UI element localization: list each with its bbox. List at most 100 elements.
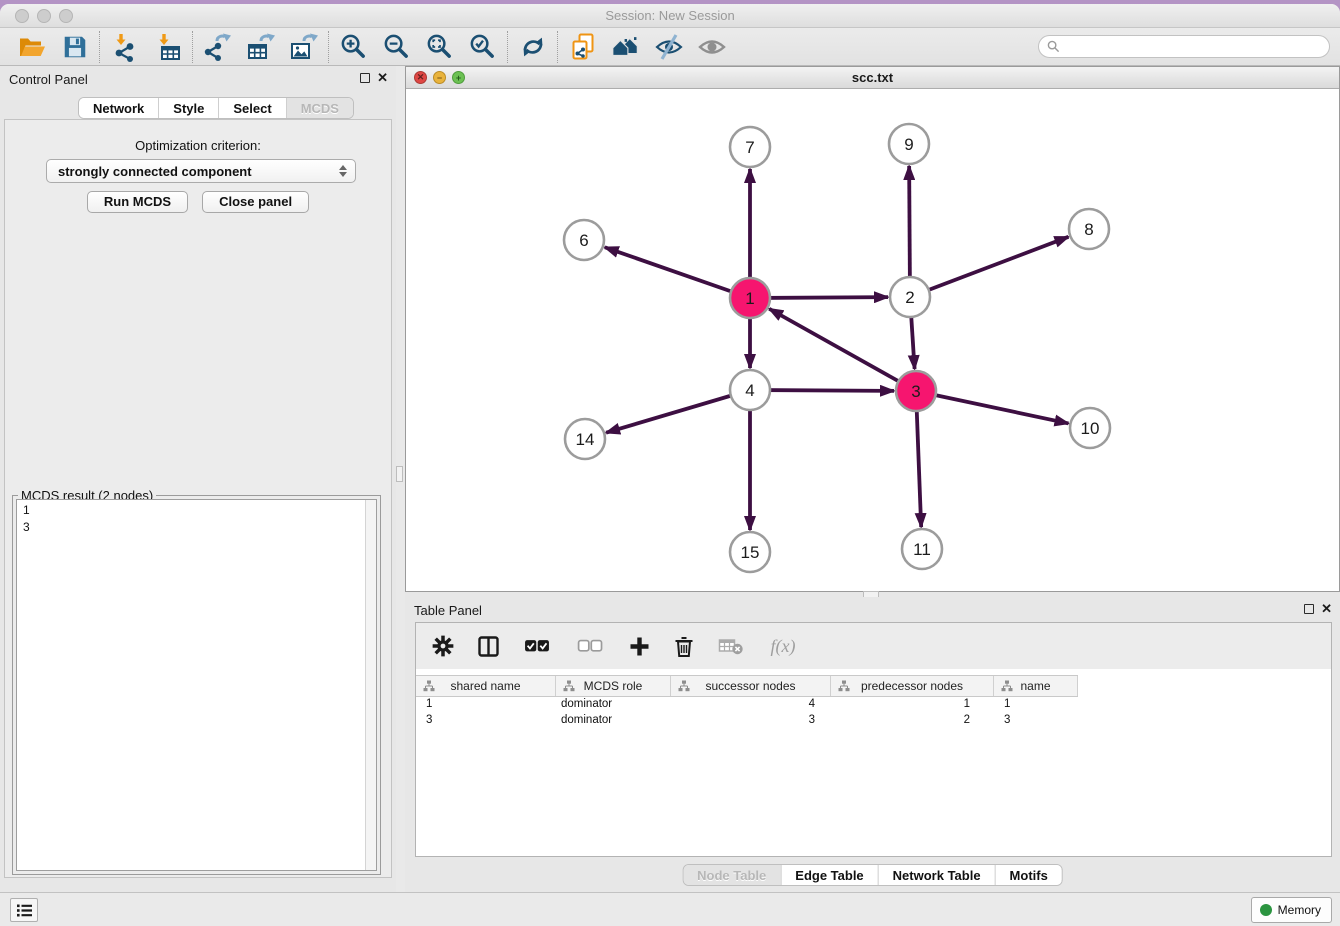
export-image-button[interactable] bbox=[282, 30, 325, 64]
export-network-button[interactable] bbox=[196, 30, 239, 64]
tab-network-table[interactable]: Network Table bbox=[878, 865, 995, 885]
deselect-all-columns-button[interactable] bbox=[573, 631, 607, 661]
node-14[interactable]: 14 bbox=[565, 419, 605, 459]
cell-name[interactable]: 1 bbox=[994, 698, 1078, 714]
mcds-result-box: MCDS result (2 nodes) 13 bbox=[12, 495, 381, 875]
column-header-shared-name[interactable]: shared name bbox=[416, 676, 556, 696]
node-10[interactable]: 10 bbox=[1070, 408, 1110, 448]
search-input[interactable] bbox=[1065, 40, 1321, 54]
run-mcds-button[interactable]: Run MCDS bbox=[87, 191, 188, 213]
column-header-predecessor-nodes[interactable]: predecessor nodes bbox=[831, 676, 994, 696]
table-settings-button[interactable] bbox=[430, 631, 456, 661]
mcds-result-area[interactable]: 13 bbox=[16, 499, 377, 871]
column-header-label: name bbox=[1020, 679, 1050, 693]
result-line: 3 bbox=[23, 519, 370, 536]
node-6[interactable]: 6 bbox=[564, 220, 604, 260]
select-all-columns-button[interactable] bbox=[520, 631, 554, 661]
node-7[interactable]: 7 bbox=[730, 127, 770, 167]
tab-select[interactable]: Select bbox=[218, 98, 285, 118]
node-15[interactable]: 15 bbox=[730, 532, 770, 572]
vertical-splitter-grip[interactable] bbox=[396, 466, 403, 482]
node-8[interactable]: 8 bbox=[1069, 209, 1109, 249]
add-row-button[interactable] bbox=[626, 631, 652, 661]
cell-shared-name[interactable]: 3 bbox=[416, 714, 556, 730]
zoom-out-button[interactable] bbox=[375, 30, 418, 64]
trash-icon bbox=[672, 634, 696, 658]
hide-selected-button[interactable] bbox=[647, 30, 690, 64]
import-network-button[interactable] bbox=[103, 30, 146, 64]
node-9[interactable]: 9 bbox=[889, 124, 929, 164]
tab-style[interactable]: Style bbox=[158, 98, 218, 118]
refresh-icon bbox=[519, 33, 547, 61]
node-3[interactable]: 3 bbox=[896, 371, 936, 411]
first-neighbors-button[interactable] bbox=[604, 30, 647, 64]
close-table-panel-icon[interactable]: ✕ bbox=[1321, 604, 1332, 614]
zoom-fit-button[interactable] bbox=[418, 30, 461, 64]
zoom-out-icon bbox=[382, 32, 411, 61]
cell-shared-name[interactable]: 1 bbox=[416, 698, 556, 714]
column-header-label: MCDS role bbox=[584, 679, 643, 693]
dropdown-stepper-icon bbox=[339, 165, 347, 177]
export-table-button[interactable] bbox=[239, 30, 282, 64]
refresh-button[interactable] bbox=[511, 30, 554, 64]
hierarchy-icon bbox=[838, 680, 850, 695]
column-header-mcds-role[interactable]: MCDS role bbox=[556, 676, 671, 696]
task-history-button[interactable] bbox=[10, 898, 38, 922]
criterion-dropdown[interactable]: strongly connected component bbox=[46, 159, 356, 183]
float-panel-icon[interactable] bbox=[360, 73, 370, 83]
close-panel-button[interactable]: Close panel bbox=[202, 191, 309, 213]
cell-mcds-role[interactable]: dominator bbox=[556, 698, 671, 714]
table-row[interactable]: 1dominator411 bbox=[416, 698, 1331, 714]
houses-icon bbox=[610, 32, 642, 62]
node-label: 3 bbox=[911, 382, 920, 401]
memory-button[interactable]: Memory bbox=[1251, 897, 1332, 923]
tab-node-table[interactable]: Node Table bbox=[683, 865, 780, 885]
edge-4-14[interactable] bbox=[606, 390, 750, 433]
optimization-criterion-label: Optimization criterion: bbox=[5, 138, 391, 153]
table-panel-header: Table Panel ✕ bbox=[405, 597, 1340, 625]
network-graph: 7 9 6 8 1 2 4 3 14 10 15 11 bbox=[406, 89, 1339, 591]
tab-motifs[interactable]: Motifs bbox=[995, 865, 1062, 885]
table-panel: Table Panel ✕ bbox=[405, 597, 1340, 892]
open-session-button[interactable] bbox=[10, 30, 53, 64]
node-2[interactable]: 2 bbox=[890, 277, 930, 317]
network-canvas[interactable]: 7 9 6 8 1 2 4 3 14 10 15 11 bbox=[406, 89, 1339, 591]
save-session-button[interactable] bbox=[53, 30, 96, 64]
edge-3-10[interactable] bbox=[916, 391, 1068, 423]
cell-successor-nodes[interactable]: 4 bbox=[671, 698, 831, 714]
result-scrollbar[interactable] bbox=[365, 500, 376, 870]
tab-edge-table[interactable]: Edge Table bbox=[780, 865, 877, 885]
task-list-icon bbox=[16, 903, 33, 918]
edge-1-6[interactable] bbox=[605, 247, 750, 298]
close-panel-icon[interactable]: ✕ bbox=[377, 73, 388, 83]
delete-table-button[interactable] bbox=[716, 631, 746, 661]
delete-row-button[interactable] bbox=[671, 631, 697, 661]
table-row[interactable]: 3dominator323 bbox=[416, 714, 1331, 730]
show-all-button[interactable] bbox=[690, 30, 733, 64]
edge-4-3[interactable] bbox=[750, 390, 894, 391]
zoom-in-button[interactable] bbox=[332, 30, 375, 64]
cell-predecessor-nodes[interactable]: 1 bbox=[831, 698, 994, 714]
column-header-successor-nodes[interactable]: successor nodes bbox=[671, 676, 831, 696]
memory-status-icon bbox=[1260, 904, 1272, 916]
clone-network-button[interactable] bbox=[561, 30, 604, 64]
cell-predecessor-nodes[interactable]: 2 bbox=[831, 714, 994, 730]
cell-successor-nodes[interactable]: 3 bbox=[671, 714, 831, 730]
cell-name[interactable]: 3 bbox=[994, 714, 1078, 730]
tab-network[interactable]: Network bbox=[79, 98, 158, 118]
node-11[interactable]: 11 bbox=[902, 529, 942, 569]
column-header-name[interactable]: name bbox=[994, 676, 1078, 696]
zoom-selected-button[interactable] bbox=[461, 30, 504, 64]
import-table-button[interactable] bbox=[146, 30, 189, 64]
edge-3-1[interactable] bbox=[769, 309, 916, 391]
node-4[interactable]: 4 bbox=[730, 370, 770, 410]
float-table-panel-icon[interactable] bbox=[1304, 604, 1314, 614]
column-layout-button[interactable] bbox=[475, 631, 501, 661]
cell-mcds-role[interactable]: dominator bbox=[556, 714, 671, 730]
edge-2-8[interactable] bbox=[910, 237, 1068, 297]
column-header-label: successor nodes bbox=[705, 679, 795, 693]
apply-function-button[interactable]: f(x) bbox=[765, 631, 801, 661]
tab-mcds[interactable]: MCDS bbox=[286, 98, 353, 118]
node-1[interactable]: 1 bbox=[730, 278, 770, 318]
toolbar-separator bbox=[99, 31, 100, 63]
